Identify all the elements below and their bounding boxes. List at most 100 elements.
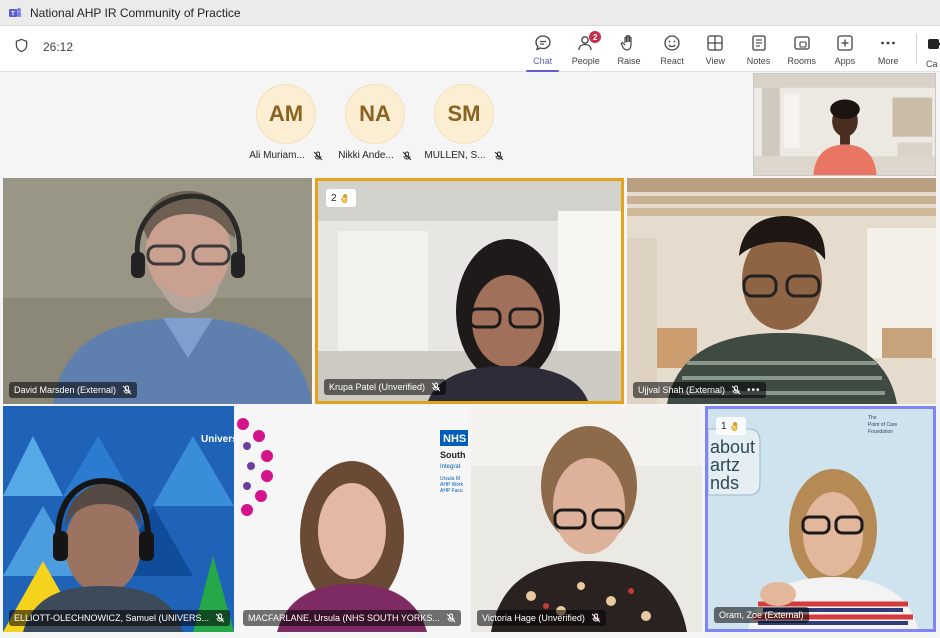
self-video [754, 74, 935, 175]
people-count-badge: 2 [589, 31, 602, 43]
notes-label: Notes [746, 56, 771, 66]
meeting-timer: 26:12 [43, 40, 74, 54]
avatar: SM [434, 84, 494, 144]
camera-icon [928, 39, 940, 49]
background-text: Point of Care [868, 422, 897, 428]
toolbar-divider [916, 34, 917, 64]
raise-label: Raise [617, 56, 641, 66]
background-text: The [868, 415, 877, 421]
rooms-button[interactable]: Rooms [780, 30, 823, 70]
background-text: about [710, 437, 755, 457]
title-bar: T National AHP IR Community of Practice [0, 0, 940, 26]
video-tile[interactable]: Ujjval Shah (External) ••• [627, 178, 936, 404]
video-tile[interactable]: Universi ELLIOTT-OLECHNOWICZ, Samuel (UN… [3, 406, 234, 632]
avatar: AM [256, 84, 316, 144]
chat-icon [534, 35, 551, 51]
react-icon [664, 35, 680, 51]
raise-hand-icon [340, 193, 347, 203]
more-label: More [877, 56, 899, 66]
raised-hand-badge: 1 [716, 417, 746, 435]
participant-name: Ujjval Shah (External) [638, 385, 726, 395]
participant-video: Universi [3, 406, 234, 632]
raise-hand-icon [620, 35, 632, 51]
participant-name: Ali Muriam... [249, 150, 305, 161]
audio-participant[interactable]: NA Nikki Ande... [335, 84, 415, 161]
mic-off-icon [591, 613, 601, 623]
video-tile[interactable]: David Marsden (External) [3, 178, 312, 404]
hand-order: 2 [331, 192, 337, 204]
more-options-icon[interactable]: ••• [747, 385, 761, 396]
background-text: Integrat [440, 464, 461, 470]
participant-name: Oram, Zoe (External) [719, 610, 804, 620]
participant-name-tag: David Marsden (External) [9, 382, 138, 398]
participant-name-tag: ELLIOTT-OLECHNOWICZ, Samuel (UNIVERS... [9, 610, 231, 626]
background-text: Foundation [868, 429, 893, 435]
background-text: artz [710, 455, 740, 475]
camera-button[interactable]: Ca [926, 34, 940, 69]
raised-hand-badge: 2 [326, 189, 356, 207]
background-text: NHS [443, 433, 466, 445]
mic-off-icon [446, 613, 456, 623]
participant-name-tag: MACFARLANE, Ursula (NHS SOUTH YORKS... [243, 610, 461, 626]
rooms-icon [794, 36, 810, 50]
view-label: View [705, 56, 726, 66]
notes-icon [751, 35, 766, 51]
audio-participant[interactable]: AM Ali Muriam... [246, 84, 326, 161]
participant-name-tag: Ujjval Shah (External) ••• [633, 382, 766, 398]
participant-name: Nikki Ande... [338, 150, 394, 161]
more-button[interactable]: More [867, 30, 910, 70]
participant-video [3, 178, 312, 404]
react-label: React [660, 56, 684, 66]
mic-off-icon [215, 613, 225, 623]
background-text: AHP Facu [440, 488, 463, 494]
video-tile[interactable]: NHS South Integrat Ursula M AHP Work AHP… [237, 406, 468, 632]
apps-button[interactable]: Apps [823, 30, 866, 70]
view-button[interactable]: View [694, 30, 737, 70]
participant-video: about artz nds The Point of Care Foundat… [708, 409, 933, 629]
teams-icon: T [8, 6, 22, 20]
participant-name: MACFARLANE, Ursula (NHS SOUTH YORKS... [248, 613, 440, 623]
raise-hand-button[interactable]: Raise [607, 30, 650, 70]
video-tile[interactable]: Victoria Hage (Unverified) [471, 406, 702, 632]
audio-participant[interactable]: SM MULLEN, S... [424, 84, 504, 161]
raise-hand-icon [730, 421, 737, 431]
apps-icon [837, 35, 853, 51]
react-button[interactable]: React [651, 30, 694, 70]
participant-name: MULLEN, S... [424, 150, 486, 161]
mic-off-icon [494, 151, 503, 160]
window-title: National AHP IR Community of Practice [30, 5, 241, 20]
meeting-toolbar: 26:12 Chat 2 People Raise React View Not… [0, 26, 940, 72]
mic-off-icon [431, 382, 441, 392]
chat-button[interactable]: Chat [521, 30, 564, 72]
hand-order: 1 [721, 420, 727, 432]
avatar: NA [345, 84, 405, 144]
participant-name-tag: Krupa Patel (Unverified) [324, 379, 447, 395]
participant-name: Victoria Hage (Unverified) [482, 613, 585, 623]
chat-label: Chat [533, 56, 553, 66]
video-tile[interactable]: about artz nds The Point of Care Foundat… [705, 406, 936, 632]
participant-name: Krupa Patel (Unverified) [329, 382, 426, 392]
self-view[interactable] [753, 73, 936, 176]
people-button[interactable]: 2 People [564, 30, 607, 70]
participant-name-tag: Oram, Zoe (External) [714, 607, 809, 623]
apps-label: Apps [834, 56, 856, 66]
background-text: nds [710, 473, 739, 493]
video-tile[interactable]: 2 Krupa Patel (Unverified) [315, 178, 624, 404]
participant-name: David Marsden (External) [14, 385, 117, 395]
background-text: Universi [201, 434, 234, 445]
participant-name-tag: Victoria Hage (Unverified) [477, 610, 606, 626]
notes-button[interactable]: Notes [737, 30, 780, 70]
shield-icon [14, 38, 29, 56]
rooms-label: Rooms [787, 56, 816, 66]
participant-video: NHS South Integrat Ursula M AHP Work AHP… [237, 406, 468, 632]
participant-name: ELLIOTT-OLECHNOWICZ, Samuel (UNIVERS... [14, 613, 210, 623]
mic-off-icon [122, 385, 132, 395]
background-text: South [440, 450, 466, 460]
view-icon [707, 35, 723, 51]
more-icon [881, 41, 895, 45]
mic-off-icon [402, 151, 412, 160]
mic-off-icon [731, 385, 741, 395]
participant-video [318, 181, 621, 401]
people-label: People [571, 56, 600, 66]
participant-video [471, 406, 702, 632]
